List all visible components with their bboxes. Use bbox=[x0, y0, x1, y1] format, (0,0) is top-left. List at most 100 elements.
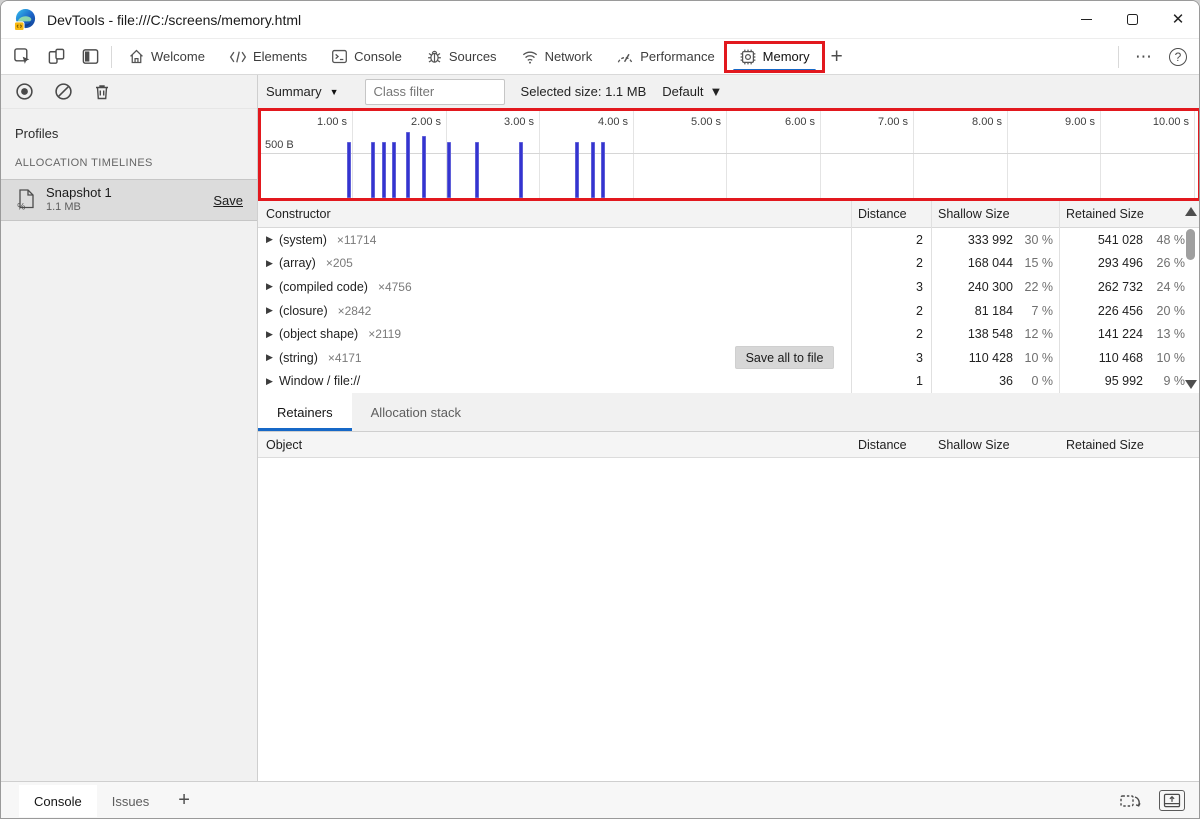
more-options-button[interactable]: ⋯ bbox=[1123, 47, 1165, 67]
tab-label: Console bbox=[34, 794, 82, 809]
column-header-shallow-size[interactable]: Shallow Size bbox=[931, 438, 1059, 452]
node-filter-dropdown-value: Default bbox=[662, 84, 703, 99]
clear-profiles-icon[interactable] bbox=[54, 82, 73, 101]
timeline-gridline bbox=[1194, 111, 1195, 198]
snapshot-name: Snapshot 1 bbox=[46, 185, 112, 201]
expand-row-icon[interactable]: ▶ bbox=[266, 258, 279, 269]
column-header-object[interactable]: Object bbox=[258, 438, 851, 452]
drawer-new-tab-button[interactable]: + bbox=[164, 789, 204, 812]
shallow-size-percent: 10 % bbox=[1013, 351, 1059, 365]
column-header-distance[interactable]: Distance bbox=[851, 207, 931, 221]
tab-memory[interactable]: Memory bbox=[727, 39, 822, 74]
allocation-bar bbox=[392, 142, 396, 198]
scroll-down-icon[interactable] bbox=[1185, 380, 1197, 389]
drawer-tab-issues[interactable]: Issues bbox=[97, 785, 165, 817]
shallow-size-percent: 12 % bbox=[1013, 327, 1059, 341]
scroll-up-icon[interactable] bbox=[1185, 207, 1197, 216]
trash-icon[interactable] bbox=[93, 83, 111, 101]
distance-cell: 2 bbox=[851, 304, 931, 318]
timeline-tick-label: 2.00 s bbox=[371, 116, 441, 128]
active-tab-underline bbox=[733, 69, 816, 72]
column-header-shallow-size[interactable]: Shallow Size bbox=[931, 207, 1059, 221]
node-filter-dropdown[interactable]: Default ▼ bbox=[662, 84, 722, 99]
new-devtools-tab-button[interactable]: + bbox=[822, 42, 852, 72]
device-emulation-icon[interactable] bbox=[39, 42, 73, 72]
distance-cell: 1 bbox=[851, 374, 931, 388]
tab-label: Retainers bbox=[277, 405, 333, 420]
tab-label: Network bbox=[545, 49, 593, 64]
tab-welcome[interactable]: Welcome bbox=[116, 39, 217, 74]
column-header-retained-size[interactable]: Retained Size bbox=[1059, 438, 1200, 452]
allocation-bar bbox=[601, 142, 605, 198]
title-bar: DevTools - file:///C:/screens/memory.htm… bbox=[1, 1, 1200, 39]
help-button[interactable]: ? bbox=[1169, 48, 1187, 66]
constructor-name: (array) bbox=[279, 256, 316, 270]
timeline-gridline bbox=[1007, 111, 1008, 198]
edge-devtools-logo-icon bbox=[14, 8, 37, 31]
svg-text:%: % bbox=[17, 202, 25, 212]
chevron-down-icon: ▼ bbox=[330, 87, 339, 97]
tab-label: Issues bbox=[112, 794, 150, 809]
snapshot-save-link[interactable]: Save bbox=[213, 193, 243, 208]
retained-size-cell: 226 45620 % bbox=[1059, 304, 1200, 318]
home-icon bbox=[128, 48, 145, 65]
instance-count: ×4171 bbox=[328, 351, 362, 365]
profiler-toolbar bbox=[1, 75, 257, 109]
allocation-timeline[interactable]: 1.00 s2.00 s3.00 s4.00 s5.00 s6.00 s7.00… bbox=[258, 108, 1200, 201]
tab-retainers[interactable]: Retainers bbox=[258, 393, 352, 431]
close-icon: ✕ bbox=[1172, 12, 1185, 27]
expand-quick-view-button[interactable] bbox=[1159, 790, 1185, 811]
tab-elements[interactable]: Elements bbox=[217, 39, 319, 74]
expand-row-icon[interactable]: ▶ bbox=[266, 281, 279, 292]
column-divider[interactable] bbox=[931, 201, 932, 393]
maximize-button[interactable] bbox=[1109, 1, 1155, 38]
tab-sources[interactable]: Sources bbox=[414, 39, 509, 74]
snapshot-list-item[interactable]: % Snapshot 1 1.1 MB Save bbox=[1, 179, 257, 221]
column-header-constructor[interactable]: Constructor bbox=[258, 207, 851, 221]
scrollbar-thumb[interactable] bbox=[1186, 229, 1195, 260]
shallow-size-value: 36 bbox=[999, 374, 1013, 388]
tab-network[interactable]: Network bbox=[509, 39, 605, 74]
tabbar-separator bbox=[111, 46, 112, 68]
constructor-cell: ▶(closure)×2842 bbox=[258, 304, 851, 318]
instance-count: ×2119 bbox=[368, 327, 401, 341]
tab-performance[interactable]: Performance bbox=[604, 39, 726, 74]
expand-row-icon[interactable]: ▶ bbox=[266, 305, 279, 316]
tab-allocation-stack[interactable]: Allocation stack bbox=[352, 393, 480, 431]
drawer-tab-console[interactable]: Console bbox=[19, 785, 97, 817]
perspective-dropdown[interactable]: Summary ▼ bbox=[258, 84, 347, 99]
constructor-table-scrollbar[interactable] bbox=[1184, 204, 1198, 392]
distance-cell: 2 bbox=[851, 327, 931, 341]
column-header-retained-size[interactable]: Retained Size bbox=[1059, 207, 1200, 221]
shallow-size-value: 333 992 bbox=[968, 233, 1013, 247]
expand-row-icon[interactable]: ▶ bbox=[266, 376, 279, 387]
column-header-distance[interactable]: Distance bbox=[851, 438, 931, 452]
minimize-button[interactable] bbox=[1063, 1, 1109, 38]
record-icon[interactable] bbox=[15, 82, 34, 101]
tab-console[interactable]: Console bbox=[319, 39, 414, 74]
retained-size-value: 541 028 bbox=[1098, 233, 1143, 247]
close-button[interactable]: ✕ bbox=[1155, 1, 1200, 38]
expand-row-icon[interactable]: ▶ bbox=[266, 234, 279, 245]
save-all-to-file-button[interactable]: Save all to file bbox=[735, 346, 834, 369]
allocation-bar bbox=[591, 142, 595, 198]
column-divider[interactable] bbox=[851, 201, 852, 393]
memory-panel: Summary ▼ Selected size: 1.1 MB Default … bbox=[258, 75, 1200, 781]
timeline-gridline bbox=[726, 111, 727, 198]
toggle-screencast-icon[interactable] bbox=[1119, 791, 1143, 811]
timeline-tick-label: 1.00 s bbox=[277, 116, 347, 128]
class-filter-input[interactable] bbox=[365, 79, 505, 105]
dock-panel-icon[interactable] bbox=[73, 42, 107, 72]
tab-label: Sources bbox=[449, 49, 497, 64]
instance-count: ×205 bbox=[326, 256, 353, 270]
timeline-gridline bbox=[1100, 111, 1101, 198]
retained-size-value: 110 468 bbox=[1099, 351, 1143, 365]
column-divider[interactable] bbox=[1059, 201, 1060, 393]
expand-row-icon[interactable]: ▶ bbox=[266, 329, 279, 340]
tab-label: Allocation stack bbox=[371, 405, 461, 420]
minimize-icon bbox=[1081, 19, 1092, 20]
timeline-tick-label: 9.00 s bbox=[1025, 116, 1095, 128]
shallow-size-percent: 0 % bbox=[1013, 374, 1059, 388]
inspect-element-icon[interactable] bbox=[5, 42, 39, 72]
expand-row-icon[interactable]: ▶ bbox=[266, 352, 279, 363]
